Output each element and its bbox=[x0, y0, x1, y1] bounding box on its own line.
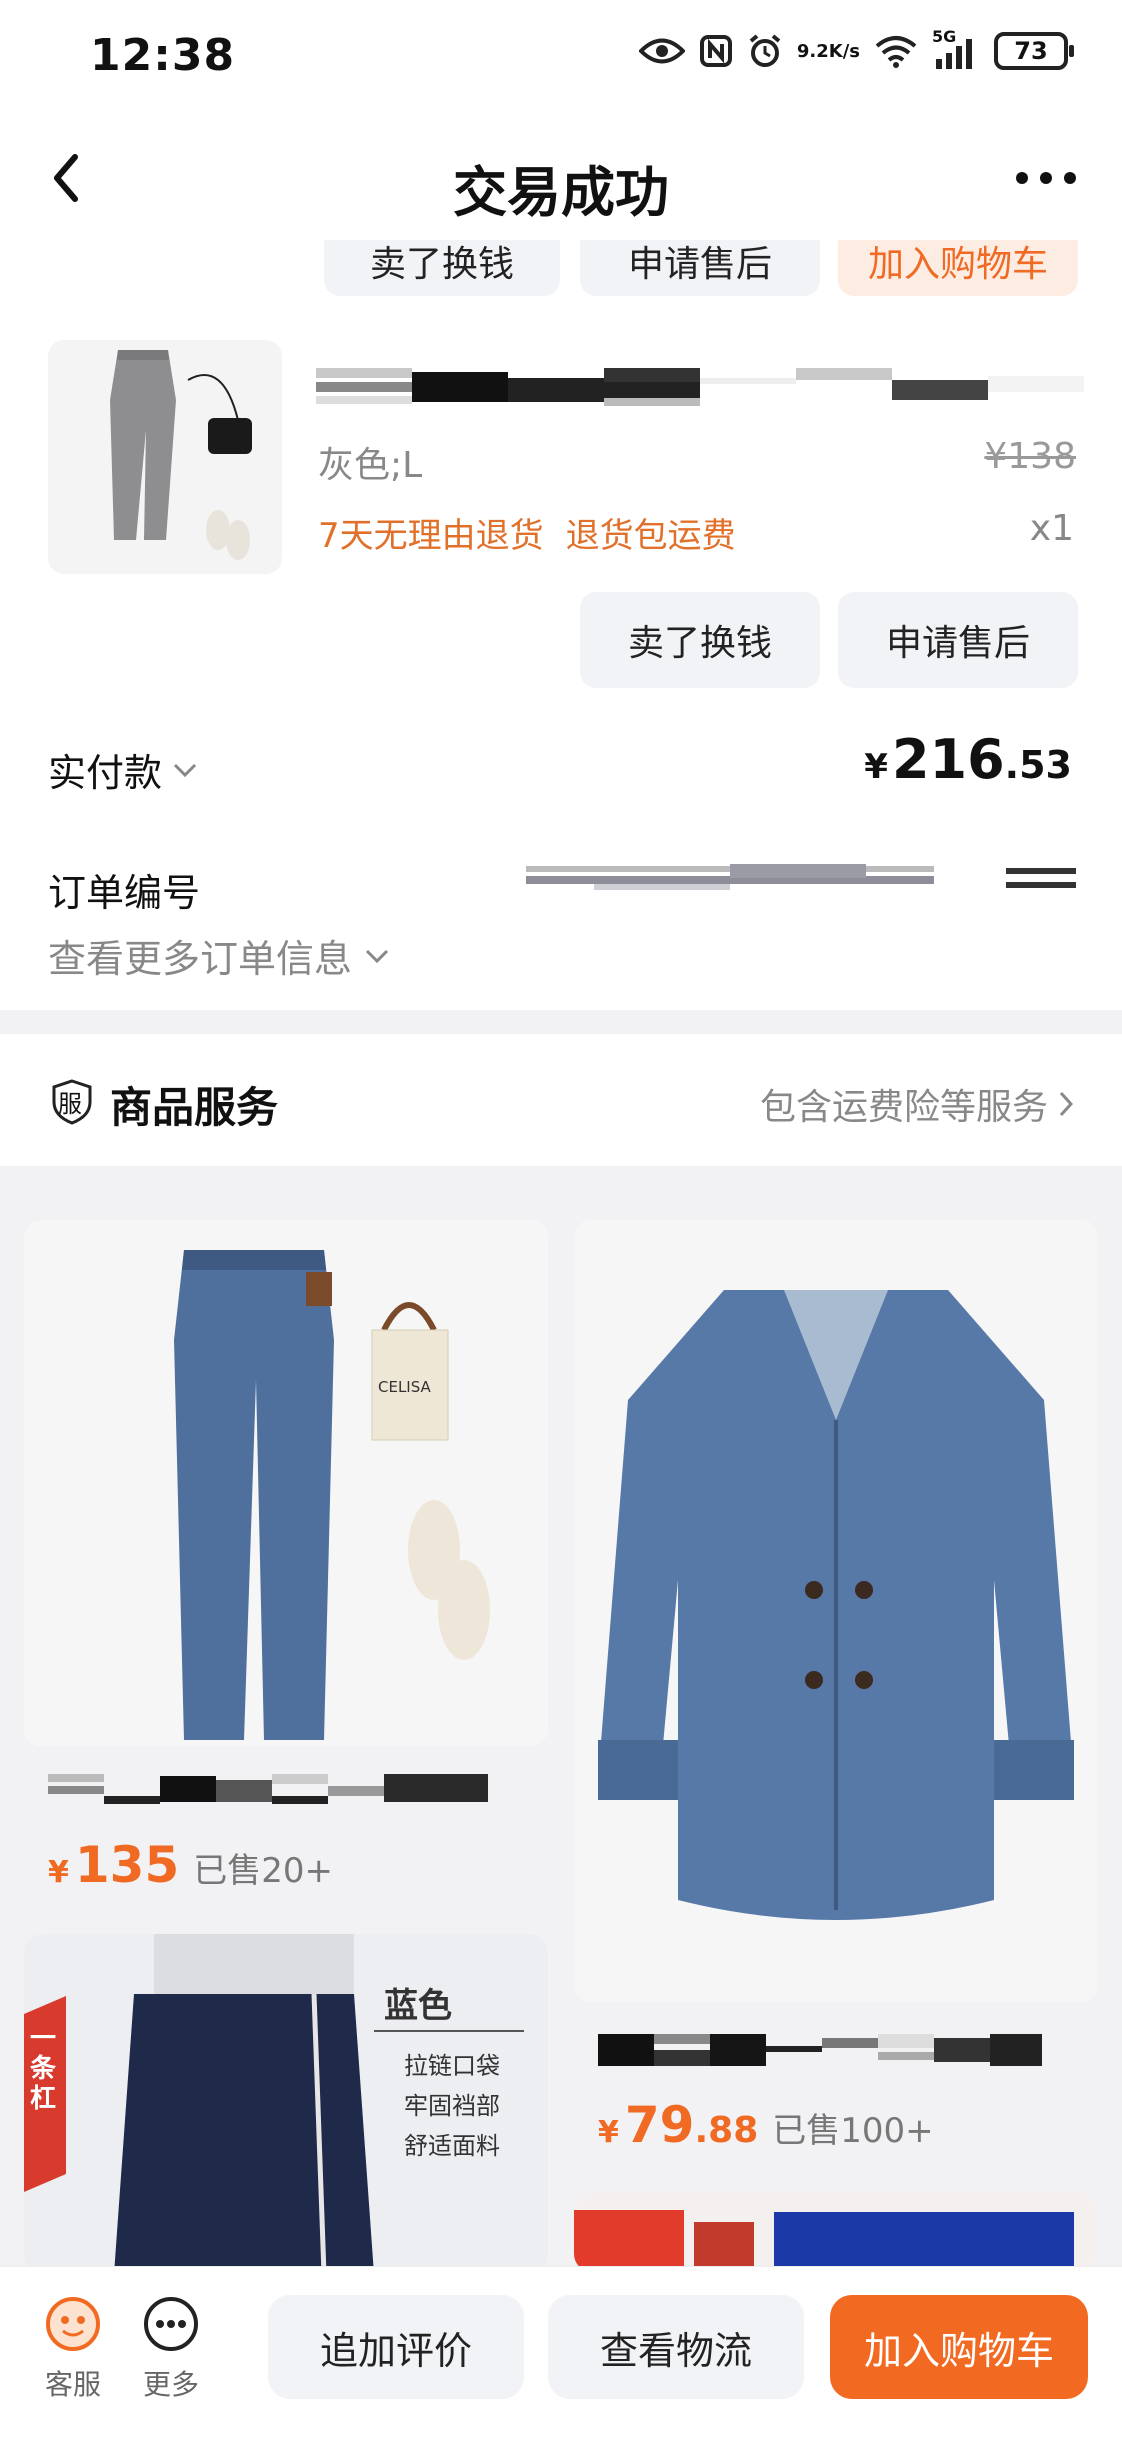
wifi-icon bbox=[874, 34, 918, 68]
rec-jacket-price-int: 79 bbox=[624, 2096, 695, 2154]
customer-service-button[interactable]: 客服 bbox=[28, 2295, 118, 2403]
ad-title-underline bbox=[374, 2030, 524, 2032]
gray-pants-image bbox=[110, 350, 252, 560]
nfc-icon bbox=[699, 34, 733, 68]
product-service-row[interactable]: 服 商品服务 包含运费险等服务 bbox=[0, 1034, 1122, 1166]
rec-jeans-currency: ¥ bbox=[48, 1855, 69, 1890]
service-tags: 7天无理由退货 退货包运费 bbox=[318, 508, 736, 557]
more-order-info-button[interactable]: 查看更多订单信息 bbox=[48, 928, 390, 983]
chevron-down-icon bbox=[173, 763, 197, 777]
original-price: ¥138 bbox=[984, 436, 1076, 477]
more-actions-button[interactable]: 更多 bbox=[126, 2295, 216, 2403]
service-link[interactable]: 包含运费险等服务 bbox=[760, 1078, 1074, 1130]
denim-jacket-image bbox=[574, 1220, 1098, 2002]
view-logistics-button[interactable]: 查看物流 bbox=[548, 2295, 804, 2399]
recommendation-card-banner[interactable] bbox=[574, 2192, 1098, 2272]
recommendation-card-navy-pants[interactable]: 一条杠 蓝色 拉链口袋 牢固裆部 舒适面料 bbox=[24, 1934, 548, 2274]
order-card: 卖了换钱 申请售后 加入购物车 灰色;L ¥138 7天无理由退货 退货包运费 … bbox=[0, 240, 1122, 1010]
quantity: x1 bbox=[1029, 508, 1074, 549]
ad-vertical-label: 一条杠 bbox=[30, 2024, 57, 2114]
banner-image bbox=[574, 2192, 1098, 2272]
recommendation-card-jacket[interactable] bbox=[574, 1220, 1098, 2002]
battery-level: 73 bbox=[1014, 37, 1048, 65]
service-title: 商品服务 bbox=[110, 1083, 279, 1132]
add-cart-button-top[interactable]: 加入购物车 bbox=[838, 240, 1078, 296]
rec-jacket-price: ¥ 79 .88 已售100+ bbox=[598, 2096, 934, 2154]
paid-currency: ¥ bbox=[864, 747, 888, 787]
product-variant: 灰色;L bbox=[318, 445, 423, 486]
rec-jeans-price-int: 135 bbox=[74, 1836, 180, 1894]
ad-line-2: 牢固裆部 bbox=[404, 2092, 500, 2120]
bag-brand-text: CELISA bbox=[378, 1378, 432, 1396]
header: 交易成功 bbox=[0, 118, 1122, 240]
rec-jeans-sold: 已售20+ bbox=[193, 1851, 334, 1891]
rec-jeans-title-redacted bbox=[48, 1774, 488, 1810]
status-icons: 9.2 K/s 5G 73 bbox=[638, 27, 1074, 70]
recommendation-card-jeans[interactable]: CELISA bbox=[24, 1220, 548, 1746]
page-title: 交易成功 bbox=[453, 161, 669, 224]
sell-button-top[interactable]: 卖了换钱 bbox=[324, 240, 560, 296]
paid-label-row[interactable]: 实付款 bbox=[48, 742, 198, 797]
more-circle-icon bbox=[144, 2297, 198, 2351]
paid-amount-int: 216 bbox=[891, 728, 1005, 791]
add-to-cart-button[interactable]: 加入购物车 bbox=[830, 2295, 1088, 2399]
rec-jacket-sold: 已售100+ bbox=[772, 2111, 934, 2151]
net-speed-value: 9.2 bbox=[796, 40, 829, 62]
ad-line-3: 舒适面料 bbox=[404, 2132, 500, 2160]
rec-jacket-title-redacted bbox=[598, 2034, 1042, 2070]
customer-service-label: 客服 bbox=[44, 2368, 101, 2401]
order-number-redacted bbox=[526, 864, 1076, 892]
battery-icon: 73 bbox=[994, 32, 1074, 70]
service-link-label: 包含运费险等服务 bbox=[759, 1087, 1048, 1128]
service-badge-char: 服 bbox=[58, 1090, 82, 1118]
sell-button[interactable]: 卖了换钱 bbox=[580, 592, 820, 688]
after-sale-button[interactable]: 申请售后 bbox=[838, 592, 1078, 688]
net-speed: 9.2 K/s bbox=[797, 42, 860, 61]
bottom-action-bar: 客服 更多 追加评价 查看物流 加入购物车 bbox=[0, 2266, 1122, 2442]
tag-return: 7天无理由退货 bbox=[318, 516, 544, 556]
ad-title: 蓝色 bbox=[384, 1986, 452, 2026]
chevron-down-icon bbox=[365, 949, 389, 963]
product-thumbnail[interactable] bbox=[48, 340, 282, 574]
rec-jeans-price: ¥ 135 已售20+ bbox=[48, 1836, 333, 1894]
paid-label: 实付款 bbox=[48, 751, 163, 795]
paid-amount-dec: .53 bbox=[1004, 743, 1072, 787]
rec-jacket-price-dec: .88 bbox=[694, 2110, 759, 2151]
signal-icon: 5G bbox=[932, 27, 980, 69]
add-review-button[interactable]: 追加评价 bbox=[268, 2295, 524, 2399]
after-sale-button-top[interactable]: 申请售后 bbox=[580, 240, 820, 296]
customer-service-icon bbox=[46, 2297, 100, 2351]
more-horizontal-icon bbox=[1016, 172, 1076, 184]
paid-amount: ¥ 216 .53 bbox=[864, 728, 1072, 791]
jeans-image: CELISA bbox=[24, 1220, 548, 1746]
more-actions-label: 更多 bbox=[142, 2368, 199, 2401]
status-time: 12:38 bbox=[90, 30, 236, 81]
order-number-label: 订单编号 bbox=[48, 871, 201, 915]
ad-line-1: 拉链口袋 bbox=[404, 2052, 500, 2080]
net-speed-unit: K/s bbox=[828, 40, 860, 62]
tag-shipping: 退货包运费 bbox=[565, 516, 736, 556]
more-order-info-label: 查看更多订单信息 bbox=[48, 937, 353, 981]
eye-icon bbox=[638, 36, 685, 66]
signal-label: 5G bbox=[932, 27, 957, 46]
chevron-right-icon bbox=[1059, 1091, 1074, 1117]
more-button[interactable] bbox=[1006, 148, 1086, 208]
rec-jacket-currency: ¥ bbox=[598, 2115, 619, 2150]
alarm-icon bbox=[747, 33, 783, 69]
status-bar: 12:38 9.2 K/s 5G 73 bbox=[0, 0, 1122, 118]
product-title-redacted bbox=[316, 368, 1084, 408]
